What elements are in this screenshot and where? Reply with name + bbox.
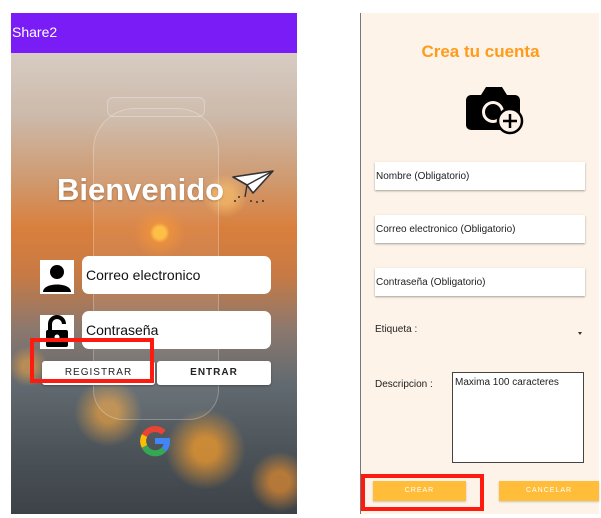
enter-button[interactable]: ENTRAR <box>157 361 271 385</box>
email-field[interactable]: Correo electronico <box>82 256 271 294</box>
register-button-highlight <box>30 338 154 383</box>
paper-plane-icon <box>232 170 274 203</box>
add-photo-camera-icon[interactable] <box>465 81 527 135</box>
tag-label: Etiqueta : <box>375 324 418 335</box>
tag-dropdown-caret-icon[interactable] <box>578 332 582 335</box>
email-field[interactable]: Correo electronico (Obligatorio) <box>375 215 585 243</box>
welcome-heading: Bienvenido <box>57 172 225 207</box>
google-icon[interactable] <box>137 423 173 459</box>
create-button-highlight <box>361 474 484 511</box>
app-bar: Share2 <box>11 13 297 53</box>
description-label: Descripcion : <box>375 379 433 390</box>
name-field[interactable]: Nombre (Obligatorio) <box>375 162 585 190</box>
password-field[interactable]: Contraseña (Obligatorio) <box>375 268 585 296</box>
page-title: Crea tu cuenta <box>421 42 540 61</box>
login-screen: Share2 Bienvenido Correo electronico Con… <box>11 13 297 514</box>
description-textarea[interactable]: Maxima 100 caracteres <box>452 372 584 463</box>
signup-screen: Crea tu cuenta Nombre (Obligatorio) Corr… <box>360 13 599 514</box>
user-icon <box>40 260 74 294</box>
cancel-button[interactable]: CANCELAR <box>499 481 599 501</box>
app-title: Share2 <box>12 24 58 40</box>
